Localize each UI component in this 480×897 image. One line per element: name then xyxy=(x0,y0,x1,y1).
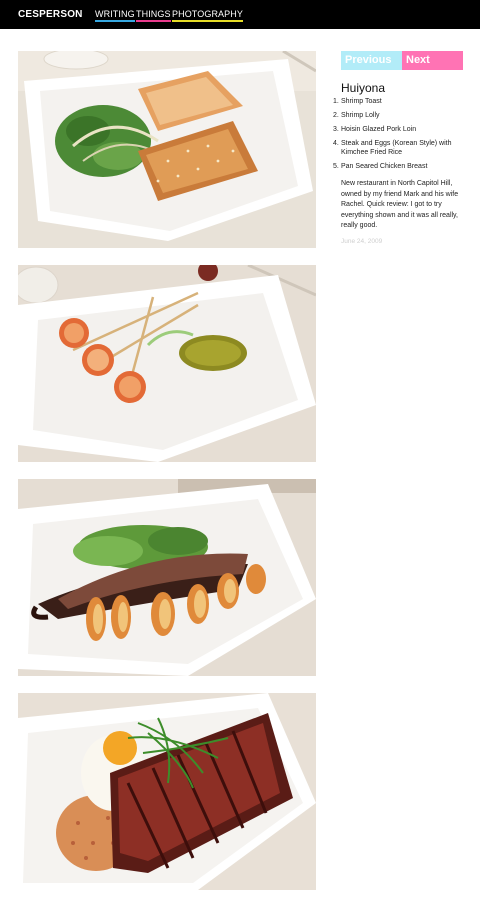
food-photo-shrimp-toast[interactable] xyxy=(18,51,316,248)
previous-button[interactable]: Previous xyxy=(341,51,402,70)
list-item-text: Hoisin Glazed Pork Loin xyxy=(341,126,417,133)
food-photo-shrimp-lolly[interactable] xyxy=(18,265,316,462)
list-item-number: 1. xyxy=(333,98,339,105)
top-navigation-bar: CESPERSON WRITING THINGS PHOTOGRAPHY xyxy=(0,0,480,29)
list-item-number: 4. xyxy=(333,140,339,147)
list-item: 4. Steak and Eggs (Korean Style) with Ki… xyxy=(333,139,473,157)
list-item-number: 2. xyxy=(333,112,339,119)
post-title: Huiyona xyxy=(341,81,386,95)
list-item: 3. Hoisin Glazed Pork Loin xyxy=(333,125,473,134)
post-review-text: New restaurant in North Capitol Hill, ow… xyxy=(341,180,459,229)
list-item-text: Pan Seared Chicken Breast xyxy=(341,163,428,170)
site-logo[interactable]: CESPERSON xyxy=(18,9,83,20)
post-pager: Previous Next xyxy=(341,51,463,70)
list-item: 5. Pan Seared Chicken Breast xyxy=(333,162,473,171)
list-item-text: Shrimp Toast xyxy=(341,98,382,105)
list-item-number: 3. xyxy=(333,126,339,133)
food-photo-hoisin-pork-loin[interactable] xyxy=(18,479,316,676)
list-item: 2. Shrimp Lolly xyxy=(333,111,473,120)
list-item-text: Shrimp Lolly xyxy=(341,112,380,119)
list-item-text: Steak and Eggs (Korean Style) with Kimch… xyxy=(341,140,452,156)
nav-link-things[interactable]: THINGS xyxy=(136,9,171,22)
next-button[interactable]: Next xyxy=(402,51,463,70)
nav-link-photography[interactable]: PHOTOGRAPHY xyxy=(172,9,243,22)
list-item: 1. Shrimp Toast xyxy=(333,97,473,106)
food-photo-steak-and-eggs[interactable] xyxy=(18,693,316,890)
dish-list: 1. Shrimp Toast 2. Shrimp Lolly 3. Hoisi… xyxy=(333,97,473,176)
list-item-number: 5. xyxy=(333,163,339,170)
post-date: June 24, 2009 xyxy=(341,238,383,245)
nav-link-writing[interactable]: WRITING xyxy=(95,9,135,22)
